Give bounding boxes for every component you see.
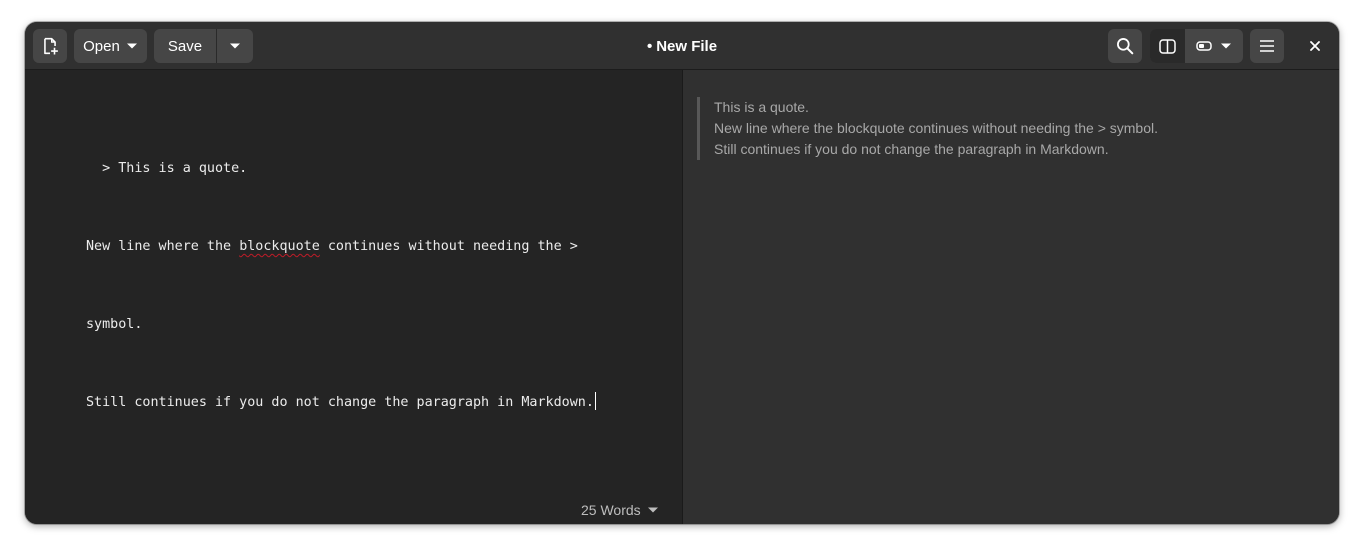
quote-line: Still continues if you do not change the…	[714, 141, 1109, 157]
chevron-down-icon	[1221, 43, 1231, 49]
open-button[interactable]: Open	[74, 29, 147, 63]
split-view-icon	[1159, 38, 1176, 54]
view-mode-group	[1150, 29, 1243, 63]
word-count-label: 25 Words	[581, 502, 641, 518]
header-bar: Open Save • New File	[25, 22, 1339, 70]
quote-line: New line where the blockquote continues …	[714, 120, 1158, 136]
search-button[interactable]	[1108, 29, 1142, 63]
close-button[interactable]	[1298, 29, 1332, 63]
save-options-button[interactable]	[217, 29, 253, 63]
main-menu-button[interactable]	[1250, 29, 1284, 63]
quote-line: This is a quote.	[714, 99, 809, 115]
save-button-group: Save	[154, 29, 253, 63]
markdown-preview: This is a quote. New line where the bloc…	[683, 70, 1339, 524]
search-icon	[1117, 38, 1134, 55]
close-icon	[1310, 41, 1320, 51]
text-cursor	[594, 392, 596, 410]
modified-indicator: •	[646, 37, 653, 55]
open-label: Open	[83, 37, 120, 55]
chevron-down-icon	[230, 43, 240, 49]
editor-line: symbol.	[86, 317, 143, 332]
editor-text-area[interactable]: > This is a quote. New line where the bl…	[86, 104, 596, 468]
markdown-editor[interactable]: > This is a quote. New line where the bl…	[25, 70, 682, 524]
dropdown-arrow-icon	[126, 43, 137, 49]
document-title: New File	[656, 37, 718, 55]
save-label: Save	[167, 37, 203, 55]
app-window: Open Save • New File > This is a quote. …	[25, 22, 1339, 524]
editor-line: Still continues if you do not change the…	[86, 390, 596, 416]
word-count-button[interactable]: 25 Words	[581, 502, 659, 518]
editor-line: > This is a quote.	[86, 161, 248, 176]
editor-line: New line where the blockquote continues …	[86, 239, 578, 254]
new-file-button[interactable]	[33, 29, 67, 63]
document-new-icon	[44, 37, 58, 55]
view-mode-menu-button[interactable]	[1185, 29, 1243, 63]
split-view-toggle[interactable]	[1150, 29, 1185, 63]
save-button[interactable]: Save	[154, 29, 217, 63]
hamburger-menu-icon	[1260, 40, 1274, 52]
chevron-down-icon	[647, 507, 658, 513]
misspelled-word[interactable]: blockquote	[239, 239, 320, 254]
view-mode-icon	[1196, 41, 1212, 51]
blockquote: This is a quote. New line where the bloc…	[697, 97, 1158, 160]
